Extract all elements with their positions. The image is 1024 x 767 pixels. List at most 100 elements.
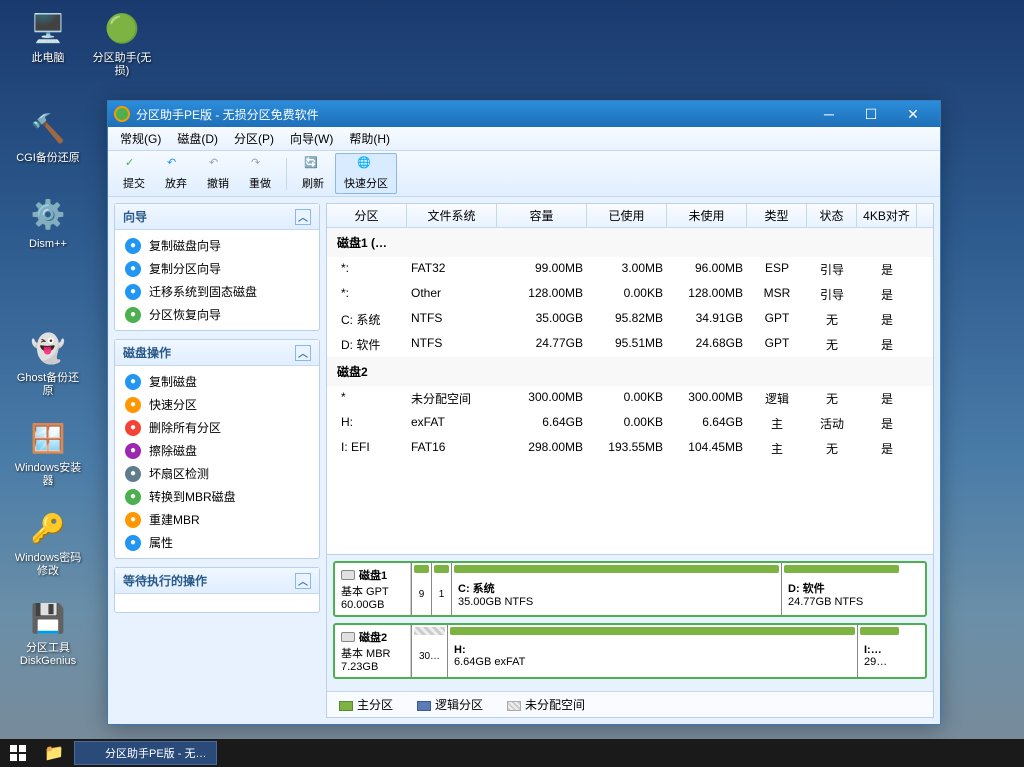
toolbar-button[interactable]: ↷重做 bbox=[240, 153, 280, 194]
grid-header: 分区文件系统容量已使用未使用类型状态4KB对齐 bbox=[327, 204, 933, 228]
partition-segment[interactable]: D: 软件24.77GB NTFS bbox=[781, 563, 901, 615]
panel-item-icon: ● bbox=[125, 443, 141, 459]
重做-icon: ↷ bbox=[251, 156, 269, 174]
diskops-header[interactable]: 磁盘操作 ︿ bbox=[115, 340, 319, 366]
minimize-button[interactable]: ─ bbox=[808, 101, 850, 127]
cell-free: 96.00MB bbox=[667, 259, 747, 280]
column-header[interactable]: 类型 bbox=[747, 204, 807, 227]
panel-item[interactable]: ●快速分区 bbox=[115, 393, 319, 416]
file-explorer-icon[interactable]: 📁 bbox=[36, 739, 72, 767]
column-header[interactable]: 文件系统 bbox=[407, 204, 497, 227]
panel-item-icon: ● bbox=[125, 374, 141, 390]
desktop-icon[interactable]: ⚙️Dism++ bbox=[12, 194, 84, 251]
column-header[interactable]: 已使用 bbox=[587, 204, 667, 227]
cell-status: 引导 bbox=[807, 284, 857, 305]
partition-row[interactable]: I: EFI FAT16 298.00MB 193.55MB 104.45MB … bbox=[327, 436, 933, 461]
menu-item[interactable]: 帮助(H) bbox=[341, 128, 398, 149]
disk-label[interactable]: 磁盘2 bbox=[327, 357, 933, 386]
disk-name: 磁盘2 bbox=[359, 629, 387, 645]
panel-item[interactable]: ●复制磁盘 bbox=[115, 370, 319, 393]
panel-item[interactable]: ●转换到MBR磁盘 bbox=[115, 485, 319, 508]
close-button[interactable]: ✕ bbox=[892, 101, 934, 127]
column-header[interactable]: 未使用 bbox=[667, 204, 747, 227]
disk-size: 60.00GB bbox=[341, 599, 404, 611]
partition-row[interactable]: * 未分配空间 300.00MB 0.00KB 300.00MB 逻辑 无 是 bbox=[327, 386, 933, 411]
partition-segment[interactable]: 9 bbox=[411, 563, 431, 615]
disk-label[interactable]: 磁盘1 (… bbox=[327, 228, 933, 257]
panel-item-label: 分区恢复向导 bbox=[149, 306, 221, 323]
menu-item[interactable]: 常规(G) bbox=[112, 128, 169, 149]
partition-segment[interactable]: I:…29… bbox=[857, 625, 901, 677]
cell-type: 主 bbox=[747, 438, 807, 459]
partition-segment[interactable]: 30… bbox=[411, 625, 447, 677]
panel-item[interactable]: ●擦除磁盘 bbox=[115, 439, 319, 462]
disk-bar[interactable]: 磁盘2 基本 MBR 7.23GB 30…H:6.64GB exFATI:…29… bbox=[333, 623, 927, 679]
desktop-icon[interactable]: 🔑Windows密码修改 bbox=[12, 508, 84, 578]
chevron-up-icon[interactable]: ︿ bbox=[295, 345, 311, 361]
chevron-up-icon[interactable]: ︿ bbox=[295, 573, 311, 589]
toolbar-label: 快速分区 bbox=[344, 175, 388, 191]
menu-item[interactable]: 向导(W) bbox=[282, 128, 341, 149]
partition-segment[interactable]: 1 bbox=[431, 563, 451, 615]
cell-align: 是 bbox=[857, 413, 917, 434]
panel-item[interactable]: ●复制磁盘向导 bbox=[115, 234, 319, 257]
panel-item-icon: ● bbox=[125, 512, 141, 528]
partition-row[interactable]: C: 系统 NTFS 35.00GB 95.82MB 34.91GB GPT 无… bbox=[327, 307, 933, 332]
panel-item[interactable]: ●迁移系统到固态磁盘 bbox=[115, 280, 319, 303]
menu-item[interactable]: 磁盘(D) bbox=[169, 128, 226, 149]
disk-info: 磁盘1 基本 GPT 60.00GB bbox=[335, 563, 411, 615]
panel-item[interactable]: ●复制分区向导 bbox=[115, 257, 319, 280]
chevron-up-icon[interactable]: ︿ bbox=[295, 209, 311, 225]
column-header[interactable]: 容量 bbox=[497, 204, 587, 227]
desktop-icon-image: 🔑 bbox=[28, 508, 68, 548]
taskbar-app-label: 分区助手PE版 - 无… bbox=[105, 745, 206, 761]
pending-header[interactable]: 等待执行的操作 ︿ bbox=[115, 568, 319, 594]
panel-item[interactable]: ●删除所有分区 bbox=[115, 416, 319, 439]
wizard-header[interactable]: 向导 ︿ bbox=[115, 204, 319, 230]
desktop-icon[interactable]: 🔨CGI备份还原 bbox=[12, 108, 84, 165]
titlebar[interactable]: 分区助手PE版 - 无损分区免费软件 ─ ☐ ✕ bbox=[108, 101, 940, 127]
panel-item[interactable]: ●分区恢复向导 bbox=[115, 303, 319, 326]
desktop-icon[interactable]: 💾分区工具DiskGenius bbox=[12, 598, 84, 668]
disk-bar[interactable]: 磁盘1 基本 GPT 60.00GB 91C: 系统35.00GB NTFSD:… bbox=[333, 561, 927, 617]
column-header[interactable]: 分区 bbox=[327, 204, 407, 227]
panel-item[interactable]: ●属性 bbox=[115, 531, 319, 554]
column-header[interactable]: 4KB对齐 bbox=[857, 204, 917, 227]
toolbar-label: 撤销 bbox=[207, 175, 229, 191]
cell-capacity: 298.00MB bbox=[497, 438, 587, 459]
app-icon bbox=[114, 106, 130, 122]
seg-title: C: 系统 bbox=[458, 580, 775, 596]
desktop-icon-label: 分区助手(无损) bbox=[86, 52, 158, 78]
taskbar-app[interactable]: 分区助手PE版 - 无… bbox=[74, 741, 217, 765]
partition-segment[interactable]: C: 系统35.00GB NTFS bbox=[451, 563, 781, 615]
window-title: 分区助手PE版 - 无损分区免费软件 bbox=[136, 106, 808, 123]
menu-item[interactable]: 分区(P) bbox=[226, 128, 282, 149]
desktop-icon[interactable]: 🟢分区助手(无损) bbox=[86, 8, 158, 78]
partition-row[interactable]: D: 软件 NTFS 24.77GB 95.51MB 24.68GB GPT 无… bbox=[327, 332, 933, 357]
toolbar-button[interactable]: ↶放弃 bbox=[156, 153, 196, 194]
toolbar-button[interactable]: ✓提交 bbox=[114, 153, 154, 194]
desktop-icon-image: 💾 bbox=[28, 598, 68, 638]
toolbar-button[interactable]: ↶撤销 bbox=[198, 153, 238, 194]
toolbar-button[interactable]: 🔄刷新 bbox=[293, 153, 333, 194]
panel-item[interactable]: ●重建MBR bbox=[115, 508, 319, 531]
partition-segment[interactable]: H:6.64GB exFAT bbox=[447, 625, 857, 677]
toolbar-button[interactable]: 🌐快速分区 bbox=[335, 153, 397, 194]
partition-row[interactable]: *: Other 128.00MB 0.00KB 128.00MB MSR 引导… bbox=[327, 282, 933, 307]
cell-align: 是 bbox=[857, 259, 917, 280]
desktop-icon[interactable]: 🪟Windows安装器 bbox=[12, 418, 84, 488]
panel-item-icon: ● bbox=[125, 261, 141, 277]
disk-icon bbox=[341, 570, 355, 580]
cell-status: 无 bbox=[807, 388, 857, 409]
desktop-icon[interactable]: 🖥️此电脑 bbox=[12, 8, 84, 65]
start-button[interactable] bbox=[0, 739, 36, 767]
toolbar-label: 刷新 bbox=[302, 175, 324, 191]
cell-capacity: 35.00GB bbox=[497, 309, 587, 330]
column-header[interactable]: 状态 bbox=[807, 204, 857, 227]
partition-row[interactable]: *: FAT32 99.00MB 3.00MB 96.00MB ESP 引导 是 bbox=[327, 257, 933, 282]
grid-body[interactable]: 磁盘1 (… *: FAT32 99.00MB 3.00MB 96.00MB E… bbox=[327, 228, 933, 554]
maximize-button[interactable]: ☐ bbox=[850, 101, 892, 127]
panel-item[interactable]: ●坏扇区检测 bbox=[115, 462, 319, 485]
partition-row[interactable]: H: exFAT 6.64GB 0.00KB 6.64GB 主 活动 是 bbox=[327, 411, 933, 436]
desktop-icon[interactable]: 👻Ghost备份还原 bbox=[12, 328, 84, 398]
